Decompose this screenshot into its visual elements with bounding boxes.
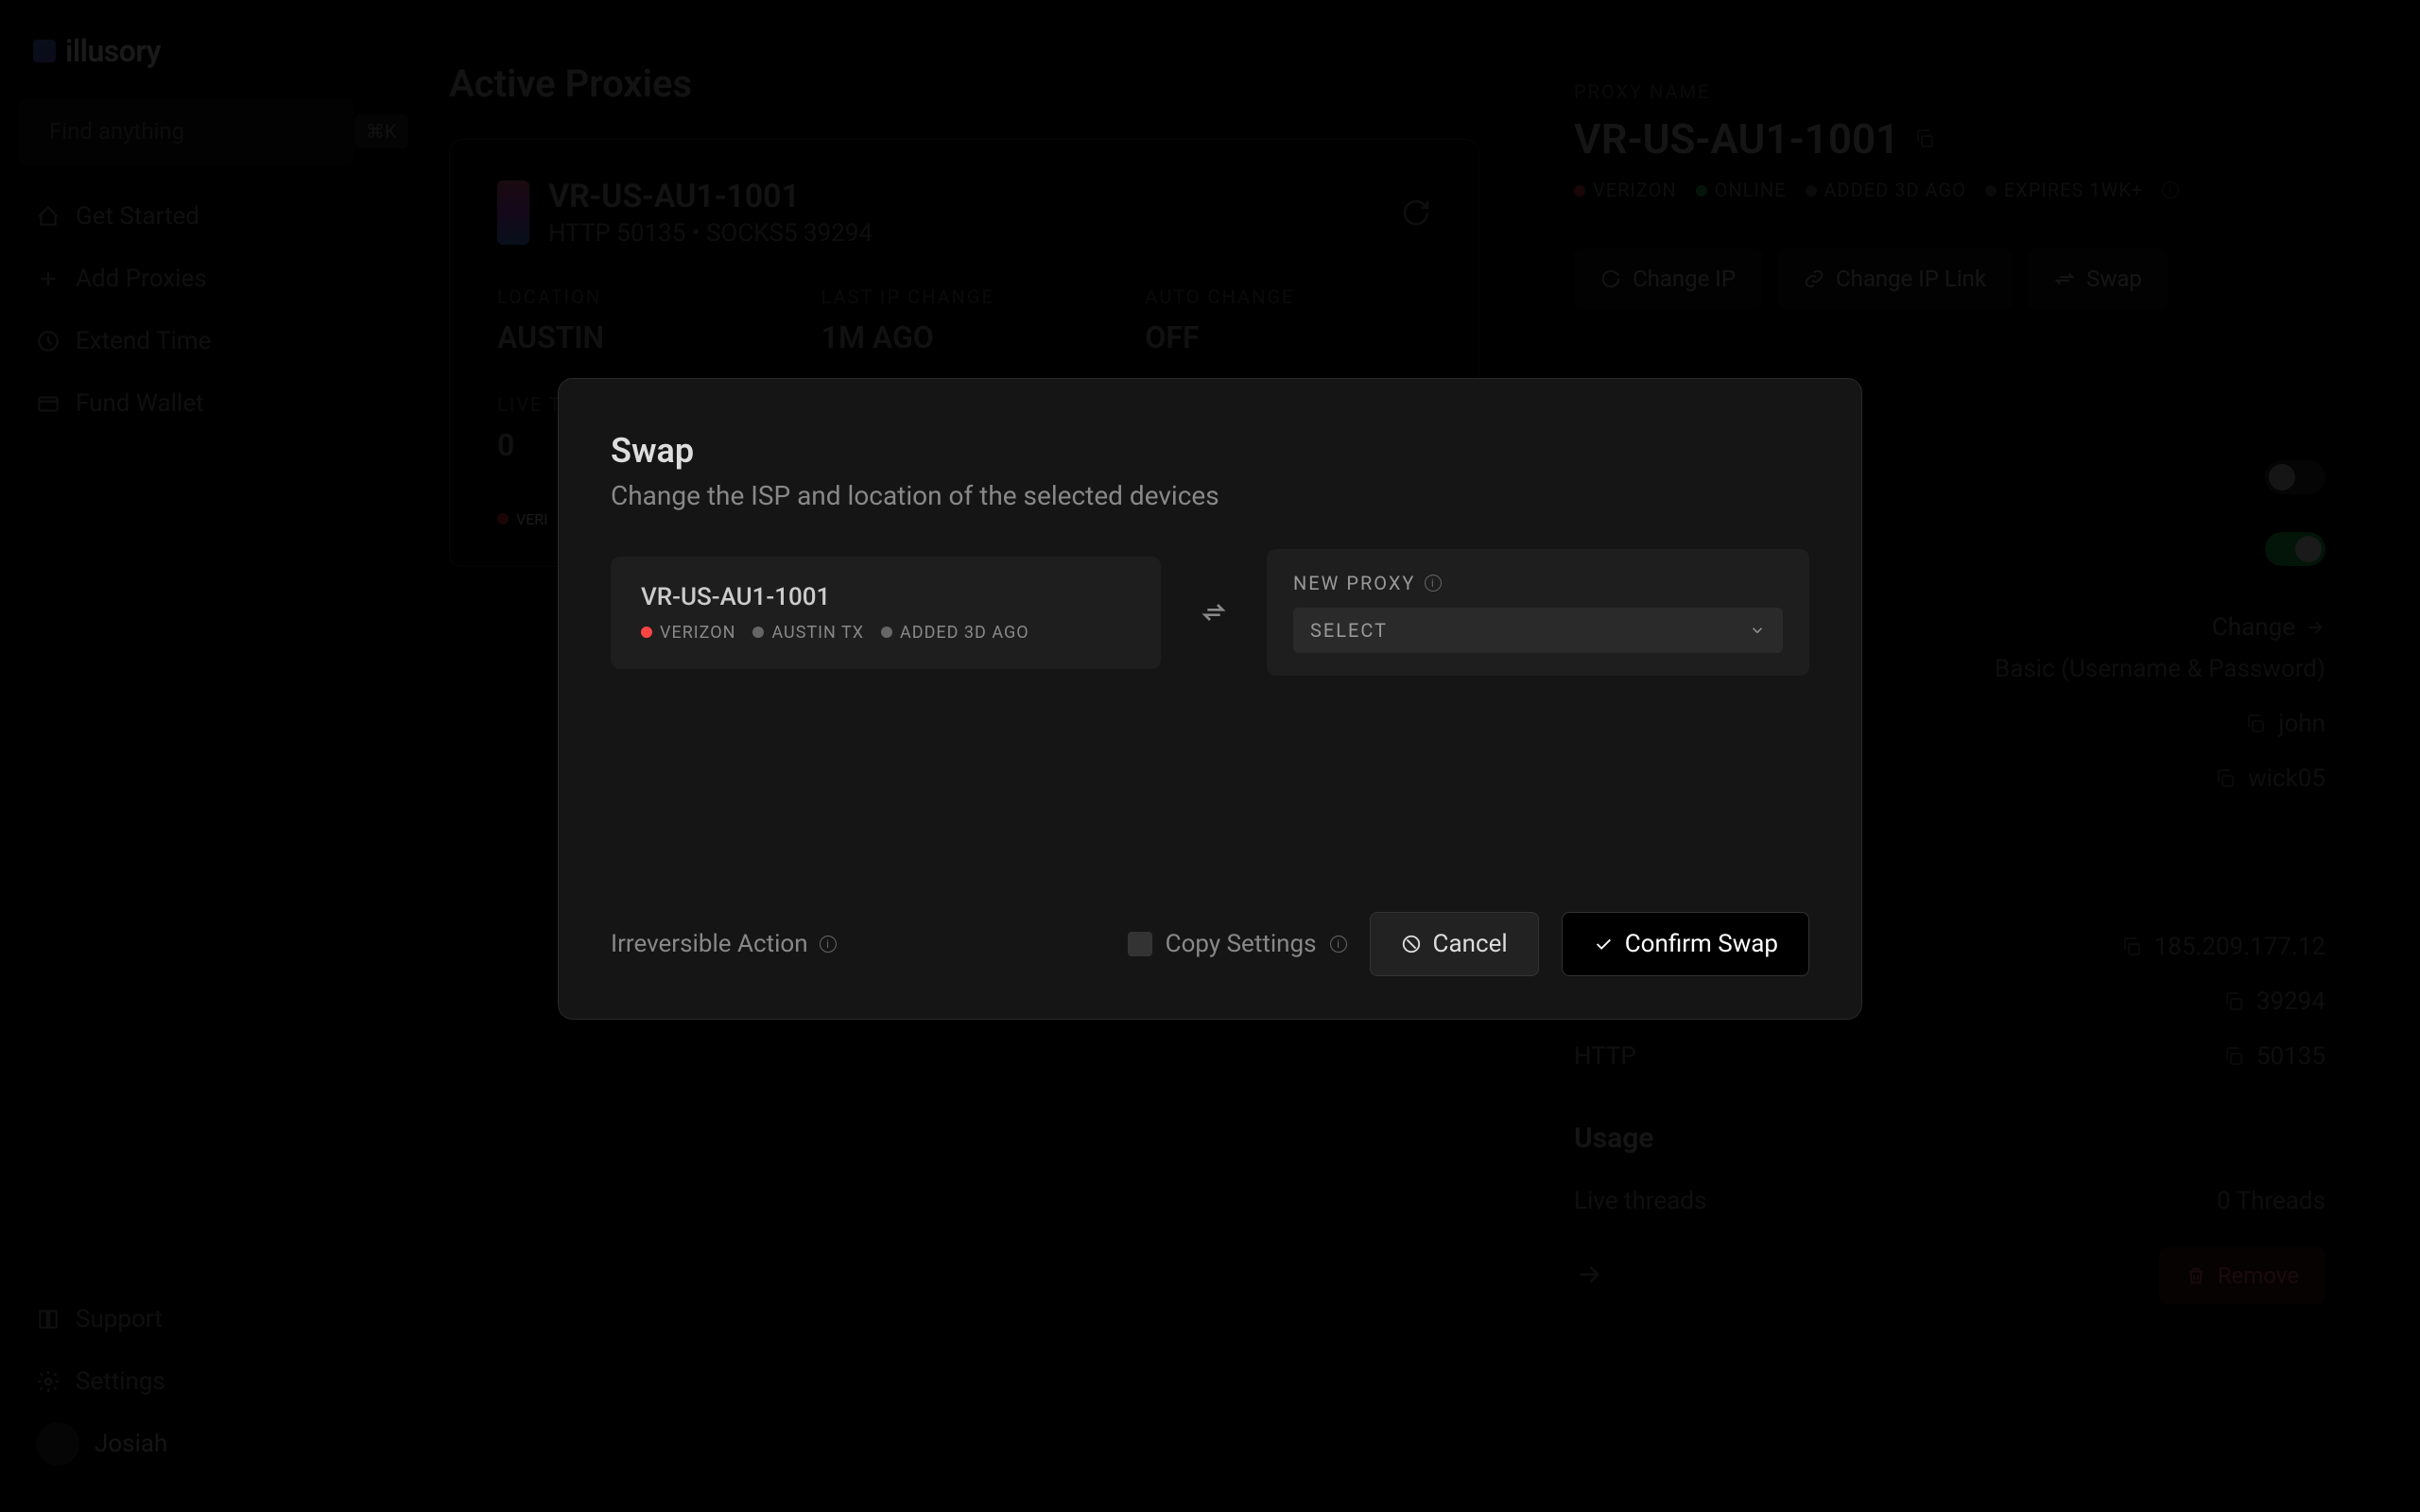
modal-overlay: Swap Change the ISP and location of the … <box>0 0 2420 1512</box>
cancel-button[interactable]: Cancel <box>1370 912 1539 976</box>
isp-badge: VERIZON <box>641 623 735 643</box>
copy-settings-option[interactable]: Copy Settings i <box>1128 930 1347 958</box>
location-badge: AUSTIN TX <box>752 623 864 643</box>
modal-subtitle: Change the ISP and location of the selec… <box>611 480 1809 511</box>
added-badge: ADDED 3D AGO <box>881 623 1029 643</box>
irreversible-warning: Irreversible Actioni <box>611 930 837 958</box>
swap-arrows-icon <box>1199 597 1229 627</box>
current-proxy-box: VR-US-AU1-1001 VERIZON AUSTIN TX ADDED 3… <box>611 557 1161 669</box>
modal-title: Swap <box>611 431 1809 471</box>
chevron-down-icon <box>1749 622 1766 639</box>
new-proxy-select[interactable]: SELECT <box>1293 608 1783 653</box>
info-icon[interactable]: i <box>1425 575 1442 592</box>
cancel-icon <box>1401 934 1422 954</box>
copy-settings-checkbox[interactable] <box>1128 932 1152 956</box>
current-proxy-name: VR-US-AU1-1001 <box>641 583 1131 611</box>
info-icon[interactable]: i <box>820 936 837 953</box>
check-icon <box>1593 934 1614 954</box>
new-proxy-box: NEW PROXYi SELECT <box>1267 549 1809 676</box>
new-proxy-label: NEW PROXYi <box>1293 572 1783 594</box>
confirm-swap-button[interactable]: Confirm Swap <box>1562 912 1809 976</box>
swap-modal: Swap Change the ISP and location of the … <box>558 378 1862 1020</box>
info-icon[interactable]: i <box>1330 936 1347 953</box>
